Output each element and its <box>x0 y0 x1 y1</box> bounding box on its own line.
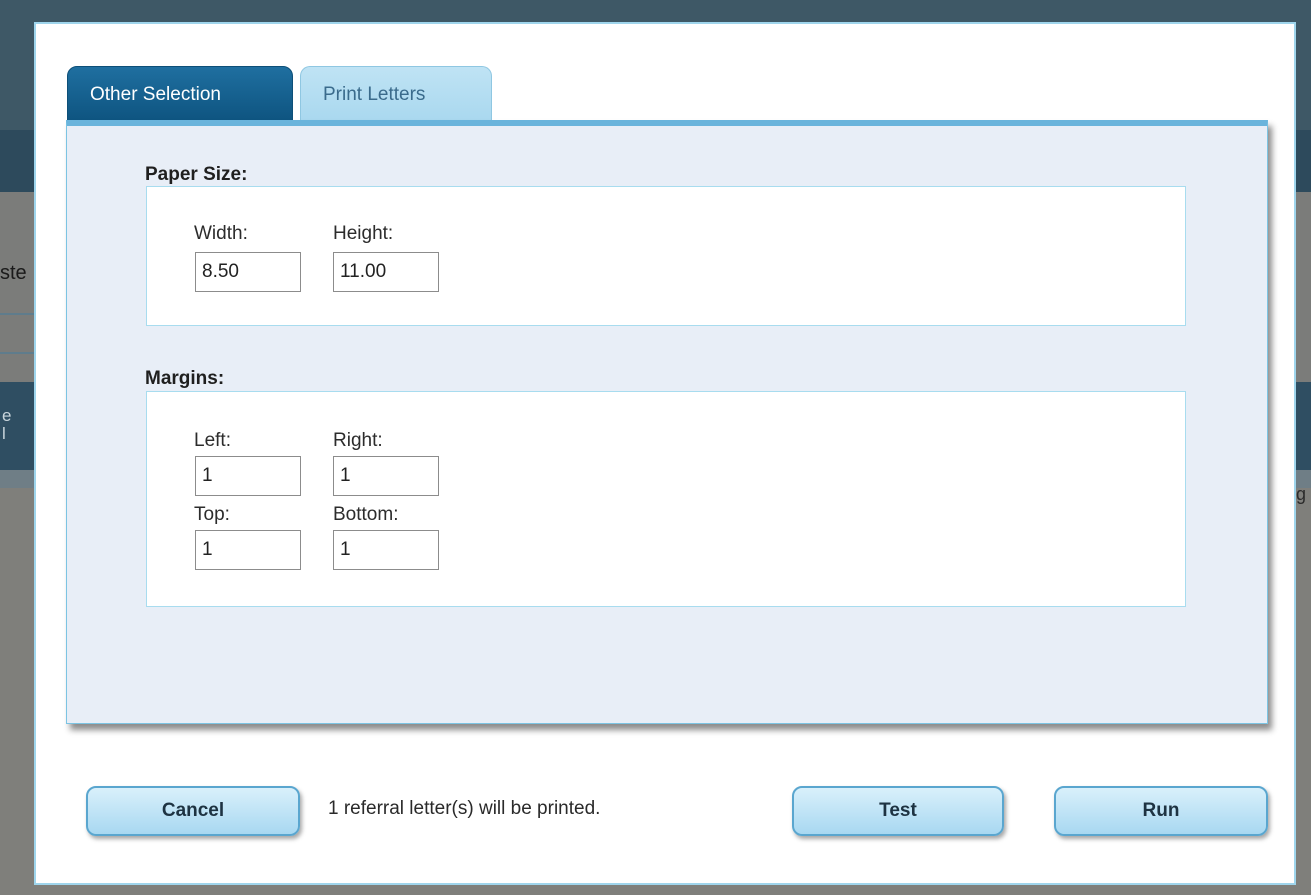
background-text-fragment: g <box>1296 484 1307 504</box>
width-label: Width: <box>194 223 248 244</box>
background-text-fragment-line: l <box>2 424 6 443</box>
background-text-fragment: ste <box>0 262 27 284</box>
print-count-status: 1 referral letter(s) will be printed. <box>328 798 601 819</box>
height-input[interactable] <box>333 252 439 292</box>
tab-other-selection[interactable]: Other Selection <box>67 66 293 122</box>
bottom-margin-label: Bottom: <box>333 504 399 525</box>
right-margin-input[interactable] <box>333 456 439 496</box>
top-margin-input[interactable] <box>195 530 301 570</box>
print-letters-dialog: Other Selection Print Letters Paper Size… <box>34 22 1296 885</box>
top-margin-label: Top: <box>194 504 230 525</box>
margins-heading: Margins: <box>145 368 225 389</box>
height-label: Height: <box>333 223 394 244</box>
tab-content-panel: Paper Size: Width: Height: Margins: Left… <box>66 120 1268 724</box>
bottom-margin-input[interactable] <box>333 530 439 570</box>
margins-group: Left: Right: Top: Bottom: <box>146 391 1186 607</box>
test-button[interactable]: Test <box>792 786 1004 836</box>
paper-size-heading: Paper Size: <box>145 164 248 185</box>
tab-print-letters[interactable]: Print Letters <box>300 66 492 122</box>
left-margin-input[interactable] <box>195 456 301 496</box>
width-input[interactable] <box>195 252 301 292</box>
cancel-button[interactable]: Cancel <box>86 786 300 836</box>
left-margin-label: Left: <box>194 430 231 451</box>
background-text-fragment: e l <box>2 407 11 443</box>
paper-size-group: Width: Height: <box>146 186 1186 326</box>
right-margin-label: Right: <box>333 430 383 451</box>
run-button[interactable]: Run <box>1054 786 1268 836</box>
background-text-fragment-line: e <box>2 406 12 425</box>
